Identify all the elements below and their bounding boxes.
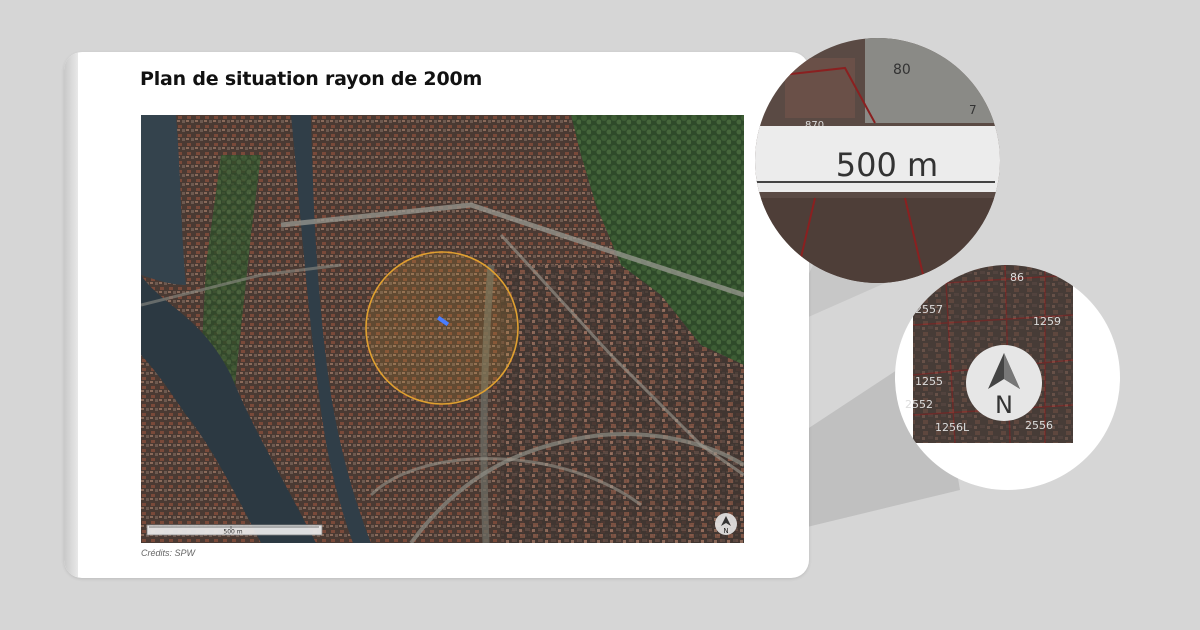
zoom-north-label: N (995, 391, 1013, 419)
zoom-north-arrow-icon: N (966, 345, 1042, 421)
zoom-parcel-label-2: 7 (969, 103, 977, 117)
satellite-map[interactable]: 500 m N (141, 115, 744, 543)
zoom-parcel-label-d: 1256L (935, 421, 970, 434)
scale-bar: 500 m (146, 524, 323, 536)
map-credits: Crédits: SPW (141, 548, 196, 558)
north-arrow-icon: N (715, 513, 737, 535)
card-edge-strip (64, 52, 78, 578)
zoom-parcel-label-g: 1259 (1033, 315, 1061, 328)
zoom-parcel-label-1: 80 (893, 62, 911, 78)
zoom-parcel-label-a: 86 (1010, 271, 1024, 284)
zoom-callout-scale: 80 7 870 500 m (755, 38, 1000, 283)
zoom-callout-north: 86 2557 2552 1256L 1255 2556 1259 N (895, 265, 1120, 490)
north-arrow-label: N (723, 527, 728, 535)
scale-bar-label: 500 m (223, 529, 242, 536)
map-card: Plan de situation rayon de 200m 500 m N … (64, 52, 809, 578)
map-image: 500 m N (141, 115, 744, 543)
page-title: Plan de situation rayon de 200m (140, 68, 483, 90)
radius-200m-circle (365, 251, 519, 405)
zoom-parcel-label-f: 2556 (1025, 419, 1053, 432)
zoom-scale-label: 500 m (836, 146, 938, 184)
zoom-parcel-label-c: 2552 (905, 398, 933, 411)
zoom-parcel-label-e: 1255 (915, 375, 943, 388)
zoom-parcel-label-b: 2557 (915, 303, 943, 316)
